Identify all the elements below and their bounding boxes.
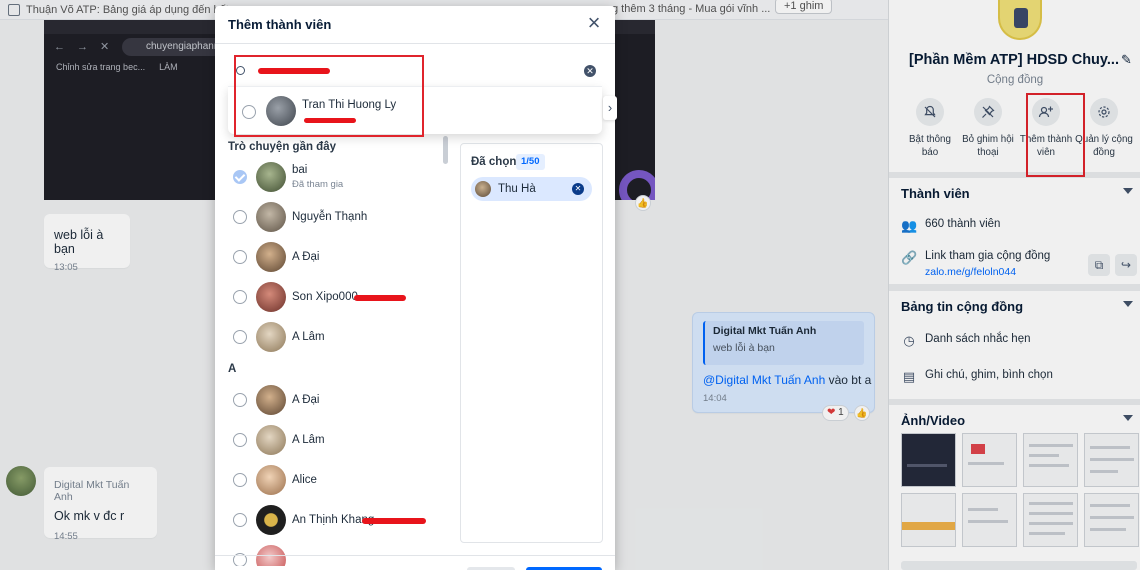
avatar bbox=[256, 202, 286, 232]
list-item[interactable]: Alice bbox=[233, 463, 451, 497]
selected-title: Đã chọn bbox=[471, 156, 517, 168]
redaction-mark bbox=[362, 518, 426, 524]
avatar bbox=[256, 242, 286, 272]
list-item[interactable]: A Đại bbox=[233, 383, 451, 417]
list-scrollbar[interactable] bbox=[443, 136, 448, 164]
add-member-dialog: Thêm thành viên × ✕ Trò chuyện gần đây b… bbox=[215, 6, 615, 570]
contact-name: Son Xipo000 bbox=[292, 291, 358, 303]
avatar bbox=[256, 505, 286, 535]
list-item[interactable]: bai Đã tham gia bbox=[233, 160, 451, 194]
chevron-right-icon[interactable]: › bbox=[603, 96, 617, 120]
selected-members-panel: Đã chọn 1/50 Thu Hà ✕ bbox=[460, 143, 603, 543]
remove-icon[interactable]: ✕ bbox=[572, 183, 584, 195]
contact-name: Alice bbox=[292, 474, 317, 486]
select-radio[interactable] bbox=[233, 250, 247, 264]
select-radio[interactable] bbox=[233, 393, 247, 407]
contact-list: Trò chuyện gần đây bai Đã tham gia Nguyễ… bbox=[215, 136, 451, 566]
clear-search-icon[interactable]: ✕ bbox=[584, 65, 596, 77]
search-icon bbox=[236, 66, 245, 75]
select-radio[interactable] bbox=[233, 290, 247, 304]
result-name[interactable]: Tran Thi Huong Ly bbox=[302, 99, 396, 111]
redaction-mark bbox=[258, 68, 330, 74]
select-radio[interactable] bbox=[233, 473, 247, 487]
selected-count-badge: 1/50 bbox=[516, 154, 545, 170]
selected-check-icon[interactable] bbox=[233, 170, 247, 184]
contact-name: A Đại bbox=[292, 251, 320, 263]
contact-name: A Lâm bbox=[292, 434, 325, 446]
select-radio[interactable] bbox=[233, 513, 247, 527]
select-radio[interactable] bbox=[233, 433, 247, 447]
list-item[interactable]: Nguyễn Thạnh bbox=[233, 200, 451, 234]
list-item[interactable]: A Lâm bbox=[233, 423, 451, 457]
selected-member-chip: Thu Hà ✕ bbox=[471, 177, 592, 201]
avatar bbox=[475, 181, 491, 197]
dialog-footer bbox=[215, 555, 615, 570]
section-title: A bbox=[228, 363, 237, 375]
close-icon[interactable]: × bbox=[583, 12, 605, 35]
avatar bbox=[266, 96, 296, 126]
contact-name: bai bbox=[292, 164, 308, 176]
search-results-dropdown: Tran Thi Huong Ly bbox=[228, 86, 602, 134]
selected-member-name: Thu Hà bbox=[498, 183, 536, 195]
list-item[interactable]: An Thịnh Khang bbox=[233, 503, 451, 537]
list-item[interactable]: Son Xipo000 bbox=[233, 280, 451, 314]
member-search: ✕ bbox=[228, 56, 602, 86]
select-radio[interactable] bbox=[233, 330, 247, 344]
select-radio[interactable] bbox=[242, 105, 256, 119]
dialog-header: Thêm thành viên × bbox=[215, 6, 615, 44]
dialog-title: Thêm thành viên bbox=[228, 17, 332, 32]
redaction-mark bbox=[304, 118, 356, 123]
contact-name: Nguyễn Thạnh bbox=[292, 211, 368, 223]
section-title: Trò chuyện gần đây bbox=[228, 141, 336, 153]
list-item[interactable]: A Đại bbox=[233, 240, 451, 274]
avatar bbox=[256, 425, 286, 455]
avatar bbox=[256, 465, 286, 495]
avatar bbox=[256, 282, 286, 312]
redaction-mark bbox=[354, 295, 406, 301]
avatar bbox=[256, 322, 286, 352]
list-item[interactable]: A Lâm bbox=[233, 320, 451, 354]
contact-name: A Đại bbox=[292, 394, 320, 406]
avatar bbox=[256, 385, 286, 415]
contact-name: A Lâm bbox=[292, 331, 325, 343]
contact-status: Đã tham gia bbox=[292, 179, 344, 190]
avatar bbox=[256, 162, 286, 192]
select-radio[interactable] bbox=[233, 210, 247, 224]
